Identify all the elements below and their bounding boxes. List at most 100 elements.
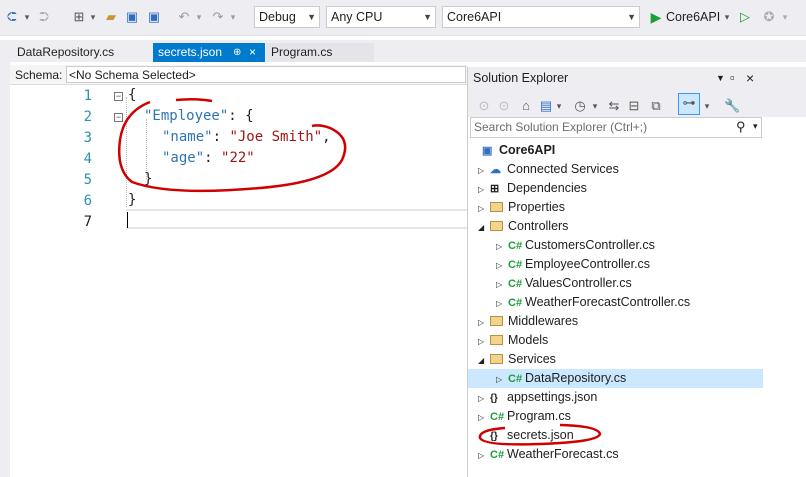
tree-item-secrets-json[interactable]: {} secrets.json: [490, 426, 574, 445]
expand-icon[interactable]: ▷: [496, 237, 508, 256]
tree-item-weatherforecast-controller[interactable]: ▷ C# WeatherForecastController.cs: [496, 293, 690, 312]
tree-item-program[interactable]: ▷ C# Program.cs: [478, 407, 571, 426]
code-editor[interactable]: 1 2 3 4 5 6 7 − − { "Employee": { "name"…: [10, 85, 468, 477]
collapse-icon[interactable]: ◢: [478, 218, 490, 237]
collapse-icon[interactable]: ◢: [478, 351, 490, 370]
startup-project-combo[interactable]: Core6API ▼: [442, 6, 640, 28]
code-line-5: }: [144, 171, 153, 187]
tab-secrets-json[interactable]: DataRepository.cs secrets.json ⊕ ×: [153, 43, 265, 62]
properties-wrench-icon[interactable]: 🔧: [724, 97, 740, 115]
switch-views-icon[interactable]: ▤: [538, 97, 554, 115]
tab-label: secrets.json: [158, 45, 223, 59]
hot-reload-icon[interactable]: ✪: [760, 8, 778, 26]
platform-combo[interactable]: Any CPU ▼: [326, 6, 436, 28]
open-folder-icon[interactable]: ▰: [102, 8, 120, 26]
tree-item-data-repository[interactable]: ▷ C# DataRepository.cs: [468, 369, 763, 388]
expand-icon[interactable]: ▷: [478, 199, 490, 218]
sync-icon[interactable]: ⇆: [606, 97, 622, 115]
configuration-value: Debug: [259, 10, 296, 24]
tree-item-properties[interactable]: ▷ Properties: [478, 198, 565, 217]
expand-icon[interactable]: ▷: [478, 408, 490, 427]
hot-reload-dropdown-icon[interactable]: ▾: [780, 8, 790, 26]
line-number: 3: [83, 130, 92, 146]
tree-item-controllers[interactable]: ◢ Controllers: [478, 217, 568, 236]
home-icon[interactable]: ⌂: [518, 97, 534, 115]
expand-icon[interactable]: ▷: [496, 256, 508, 275]
preview-selected-icon[interactable]: ⊶: [678, 93, 700, 115]
text-cursor: [127, 212, 128, 228]
folder-icon: [490, 316, 503, 326]
tree-label: WeatherForecastController.cs: [525, 295, 691, 309]
auto-hide-pin-icon[interactable]: ▫: [730, 67, 735, 89]
configuration-combo[interactable]: Debug ▼: [254, 6, 320, 28]
close-icon[interactable]: ×: [746, 67, 754, 89]
tree-label: Program.cs: [507, 409, 571, 423]
csharp-file-icon: C#: [508, 278, 523, 290]
tree-label: WeatherForecast.cs: [507, 447, 619, 461]
run-dropdown-icon[interactable]: ▾: [722, 8, 732, 26]
back-dropdown-icon[interactable]: ▾: [22, 8, 32, 26]
run-icon[interactable]: ▶: [648, 8, 664, 26]
collapse-icon[interactable]: −: [114, 113, 123, 122]
tree-item-dependencies[interactable]: ▷ ⊞ Dependencies: [478, 179, 587, 198]
forward-icon[interactable]: ⮊: [36, 8, 52, 26]
csharp-file-icon: C#: [508, 297, 523, 309]
back-icon[interactable]: ⊙: [476, 97, 492, 115]
tree-item-employee-controller[interactable]: ▷ C# EmployeeController.cs: [496, 255, 650, 274]
indent-guide: [126, 97, 127, 207]
window-position-icon[interactable]: ▼: [716, 67, 725, 89]
tree-item-appsettings[interactable]: ▷{} appsettings.json: [478, 388, 597, 407]
expand-icon[interactable]: ▷: [496, 370, 508, 389]
search-options-icon[interactable]: ▾: [753, 121, 758, 132]
switch-views-dropdown-icon[interactable]: ▾: [554, 97, 564, 115]
pending-changes-dropdown-icon[interactable]: ▾: [590, 97, 600, 115]
expand-icon[interactable]: ▷: [478, 180, 490, 199]
redo-dropdown-icon[interactable]: ▾: [228, 8, 238, 26]
expand-icon[interactable]: ▷: [478, 446, 490, 465]
tab-datarepository[interactable]: DataRepository.cs: [12, 43, 152, 62]
dependencies-icon: ⊞: [490, 183, 500, 195]
line-number: 1: [83, 88, 92, 104]
tree-item-connected-services[interactable]: ▷ ☁ Connected Services: [478, 160, 619, 179]
expand-icon[interactable]: ▷: [496, 275, 508, 294]
pin-icon[interactable]: ⊕: [233, 43, 241, 62]
save-all-icon[interactable]: ▣: [146, 8, 162, 26]
expand-icon[interactable]: ▷: [478, 389, 490, 408]
tree-item-weatherforecast[interactable]: ▷ C# WeatherForecast.cs: [478, 445, 619, 464]
tree-item-customers-controller[interactable]: ▷ C# CustomersController.cs: [496, 236, 655, 255]
expand-icon[interactable]: ▷: [478, 313, 490, 332]
expand-icon[interactable]: ▷: [478, 332, 490, 351]
tree-root-project[interactable]: ▣ Core6API: [482, 141, 555, 160]
collapse-all-icon[interactable]: ⊟: [626, 97, 642, 115]
tree-item-values-controller[interactable]: ▷ C# ValuesController.cs: [496, 274, 632, 293]
undo-dropdown-icon[interactable]: ▾: [194, 8, 204, 26]
new-dropdown-icon[interactable]: ▾: [88, 8, 98, 26]
close-icon[interactable]: ×: [249, 43, 256, 62]
redo-icon[interactable]: ↷: [210, 8, 226, 26]
startup-project-value: Core6API: [447, 10, 502, 24]
save-icon[interactable]: ▣: [124, 8, 140, 26]
csharp-file-icon: C#: [490, 449, 505, 461]
run-button[interactable]: Core6API: [666, 8, 722, 26]
search-icon: ⚲: [736, 119, 746, 134]
tree-label: EmployeeController.cs: [525, 257, 651, 271]
tab-program-cs[interactable]: Program.cs: [266, 43, 374, 62]
forward-icon[interactable]: ⊙: [496, 97, 512, 115]
expand-icon[interactable]: ▷: [496, 294, 508, 313]
expand-icon[interactable]: ▷: [478, 161, 490, 180]
undo-icon[interactable]: ↶: [176, 8, 192, 26]
tree-item-services[interactable]: ◢ Services: [478, 350, 556, 369]
preview-dropdown-icon[interactable]: ▾: [702, 97, 712, 115]
start-without-debugging-icon[interactable]: ▷: [738, 8, 752, 26]
back-icon[interactable]: ⮈: [4, 8, 20, 26]
schema-selector[interactable]: <No Schema Selected>: [66, 66, 466, 83]
collapse-icon[interactable]: −: [114, 92, 123, 101]
pending-changes-icon[interactable]: ◷: [572, 97, 588, 115]
search-input[interactable]: Search Solution Explorer (Ctrl+;): [470, 117, 762, 138]
tree-item-middlewares[interactable]: ▷ Middlewares: [478, 312, 578, 331]
tree-item-models[interactable]: ▷ Models: [478, 331, 548, 350]
solution-explorer-titlebar: Solution Explorer ▼ ▫ ×: [468, 67, 806, 89]
show-all-files-icon[interactable]: ⧉: [648, 97, 664, 115]
new-project-icon[interactable]: ⊞: [70, 8, 88, 26]
folder-icon: [490, 335, 503, 345]
